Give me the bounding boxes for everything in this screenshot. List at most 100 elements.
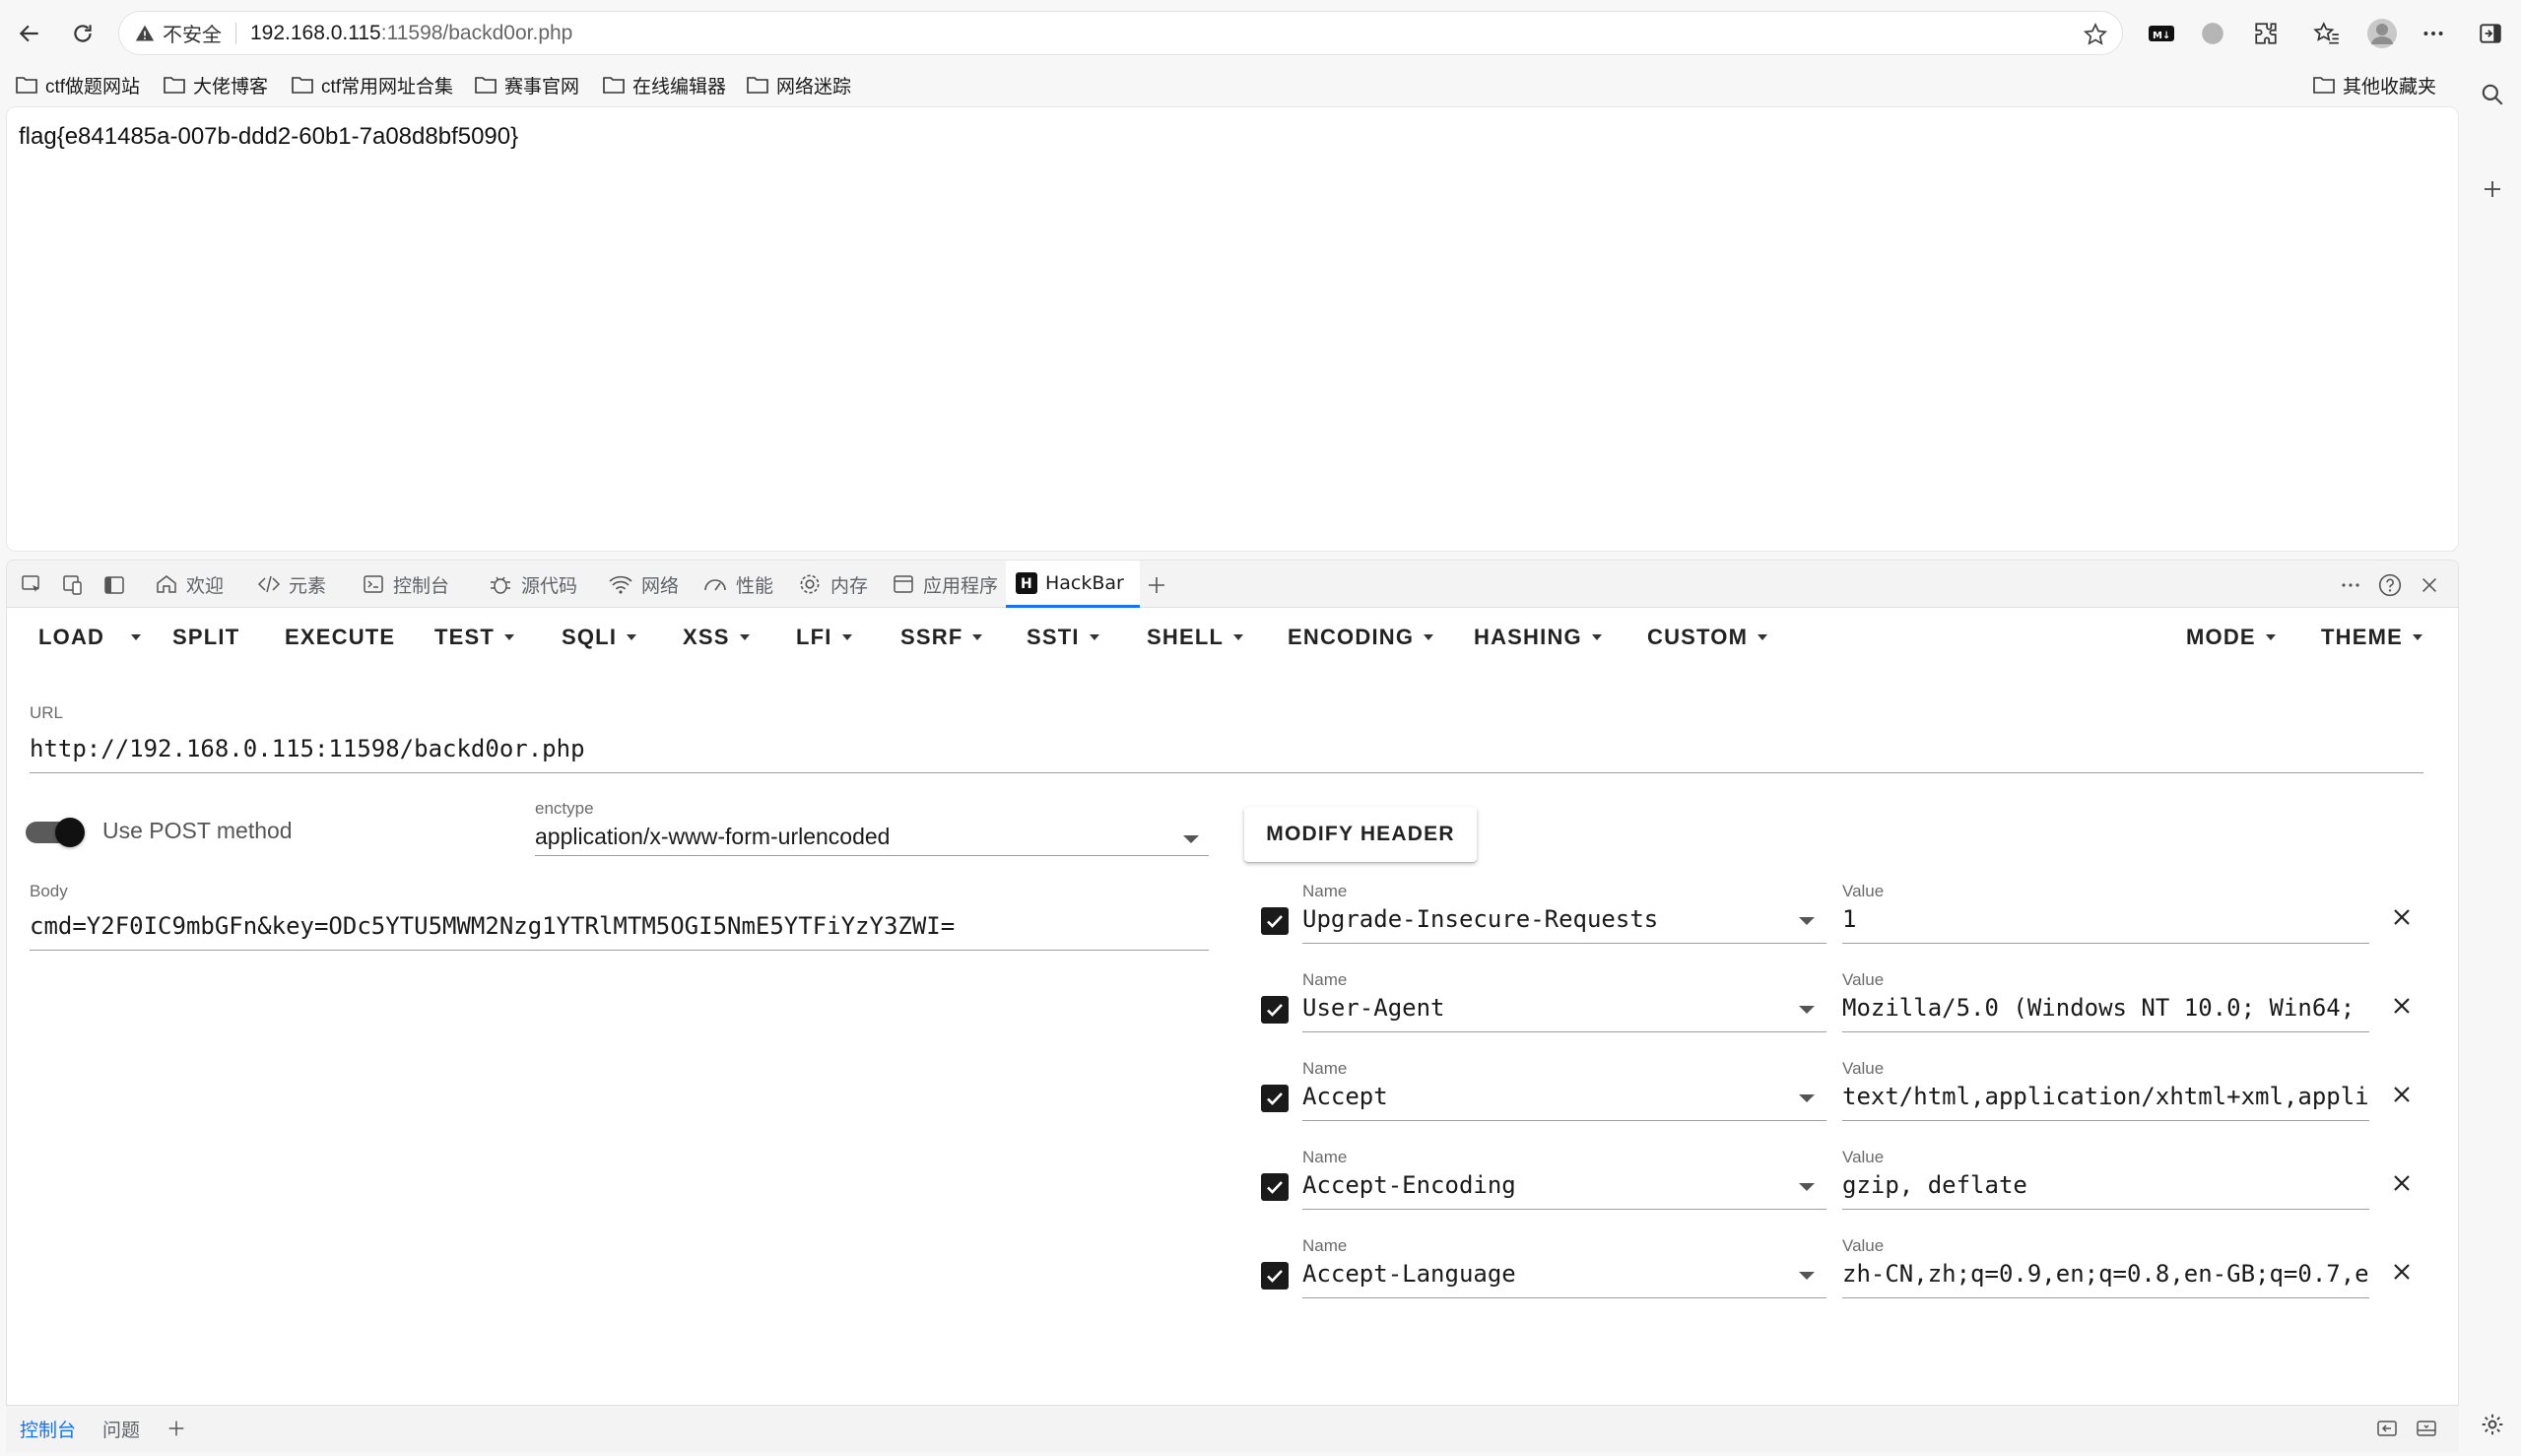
custom-menu[interactable]: CUSTOM <box>1647 622 1768 653</box>
chevron-down-icon[interactable] <box>1799 1272 1815 1280</box>
header-enabled-checkbox[interactable] <box>1261 1085 1289 1112</box>
favorites-list-icon[interactable] <box>2307 14 2347 53</box>
drawer-tab-issues[interactable]: 问题 <box>102 1406 140 1451</box>
markdown-extension-icon[interactable]: M↓ <box>2142 14 2181 53</box>
menu-label: MODE <box>2186 625 2256 649</box>
search-icon[interactable] <box>2473 75 2512 114</box>
tab-welcome[interactable]: 欢迎 <box>155 561 224 608</box>
remove-header-icon[interactable] <box>2386 1256 2418 1288</box>
chevron-down-icon[interactable] <box>1799 1094 1815 1102</box>
tab-application[interactable]: 应用程序 <box>892 561 998 608</box>
back-button[interactable] <box>10 14 49 53</box>
encoding-menu[interactable]: ENCODING <box>1288 622 1434 653</box>
enctype-select[interactable]: application/x-www-form-urlencoded <box>535 824 1165 850</box>
lfi-menu[interactable]: LFI <box>796 622 852 653</box>
security-indicator[interactable]: 不安全 <box>135 19 222 47</box>
move-to-top-icon[interactable] <box>2370 1412 2404 1445</box>
device-emulation-icon[interactable] <box>56 568 90 602</box>
theme-menu[interactable]: THEME <box>2321 622 2422 653</box>
chevron-down-icon[interactable] <box>1799 1183 1815 1191</box>
drawer-tab-console[interactable]: 控制台 <box>20 1406 76 1451</box>
tab-label: 内存 <box>830 574 869 597</box>
load-button[interactable]: LOAD <box>38 622 104 653</box>
header-name-input[interactable]: User-Agent <box>1302 994 1805 1022</box>
menu-label: SPLIT <box>172 625 240 649</box>
mode-menu[interactable]: MODE <box>2186 622 2276 653</box>
dock-side-icon[interactable] <box>98 568 131 602</box>
bookmark-folder[interactable]: ctf做题网站 <box>16 67 140 102</box>
header-name-input[interactable]: Accept-Encoding <box>1302 1171 1805 1199</box>
add-tab-icon[interactable] <box>1140 568 1173 602</box>
header-name-input[interactable]: Accept-Language <box>1302 1260 1805 1288</box>
more-tools-icon[interactable] <box>2334 568 2367 602</box>
bookmark-label: ctf做题网站 <box>45 76 141 98</box>
extension-circle-icon[interactable] <box>2193 14 2232 53</box>
extensions-puzzle-icon[interactable] <box>2246 14 2286 53</box>
remove-header-icon[interactable] <box>2386 901 2418 933</box>
checkmark-icon <box>1267 915 1283 928</box>
help-icon[interactable] <box>2373 568 2407 602</box>
hashing-menu[interactable]: HASHING <box>1474 622 1602 653</box>
header-name-input[interactable]: Accept <box>1302 1083 1805 1110</box>
test-menu[interactable]: TEST <box>434 622 515 653</box>
split-button[interactable]: SPLIT <box>172 622 239 653</box>
tab-performance[interactable]: 性能 <box>702 561 773 608</box>
body-input[interactable]: cmd=Y2F0IC9mbGFn&key=ODc5YTU5MWM2Nzg1YTR… <box>30 912 1202 940</box>
refresh-button[interactable] <box>63 14 102 53</box>
header-enabled-checkbox[interactable] <box>1261 996 1289 1024</box>
tab-elements[interactable]: 元素 <box>257 561 326 608</box>
bookmark-folder[interactable]: 在线编辑器 <box>603 67 726 102</box>
remove-header-icon[interactable] <box>2386 1167 2418 1199</box>
tab-console[interactable]: 控制台 <box>362 561 449 608</box>
address-bar[interactable]: 不安全 192.168.0.115:11598/backd0or.php <box>118 11 2123 55</box>
header-enabled-checkbox[interactable] <box>1261 1173 1289 1201</box>
collapse-drawer-icon[interactable] <box>2410 1412 2443 1445</box>
settings-gear-icon[interactable] <box>2473 1405 2512 1444</box>
header-enabled-checkbox[interactable] <box>1261 1262 1289 1290</box>
add-drawer-tab-icon[interactable] <box>160 1412 193 1445</box>
chevron-down-icon[interactable] <box>1799 917 1815 925</box>
more-options-icon[interactable] <box>2414 14 2453 53</box>
xss-menu[interactable]: XSS <box>683 622 750 653</box>
sidebar-toggle-icon[interactable] <box>2471 14 2510 53</box>
modify-header-button[interactable]: MODIFY HEADER <box>1244 807 1477 862</box>
remove-header-icon[interactable] <box>2386 1079 2418 1110</box>
header-value-label: Value <box>1842 1148 1885 1166</box>
tab-network[interactable]: 网络 <box>608 561 679 608</box>
header-value-input[interactable]: 1 <box>1842 905 2369 933</box>
header-value-input[interactable]: zh-CN,zh;q=0.9,en;q=0.8,en-GB;q=0.7,en-U… <box>1842 1260 2369 1288</box>
shell-menu[interactable]: SHELL <box>1147 622 1244 653</box>
bookmark-folder[interactable]: ctf常用网址合集 <box>292 67 453 102</box>
header-enabled-checkbox[interactable] <box>1261 907 1289 935</box>
header-value-input[interactable]: gzip, deflate <box>1842 1171 2369 1199</box>
close-devtools-icon[interactable] <box>2413 568 2446 602</box>
ssti-menu[interactable]: SSTI <box>1027 622 1099 653</box>
inspect-element-icon[interactable] <box>15 568 48 602</box>
url-input[interactable]: http://192.168.0.115:11598/backd0or.php <box>30 735 2414 762</box>
remove-header-icon[interactable] <box>2386 990 2418 1022</box>
post-method-toggle[interactable] <box>26 818 85 847</box>
tab-hackbar[interactable]: H HackBar <box>1006 561 1140 608</box>
bookmark-folder[interactable]: 网络迷踪 <box>747 67 851 102</box>
header-value-input[interactable]: Mozilla/5.0 (Windows NT 10.0; Win64; x64… <box>1842 994 2369 1022</box>
url-text[interactable]: 192.168.0.115:11598/backd0or.php <box>250 22 572 45</box>
chevron-down-icon <box>1183 835 1199 843</box>
add-icon[interactable] <box>2473 169 2512 209</box>
header-value-input[interactable]: text/html,application/xhtml+xml,applicat… <box>1842 1083 2369 1110</box>
tab-sources[interactable]: 源代码 <box>488 561 577 608</box>
tab-label: 源代码 <box>521 574 578 597</box>
profile-avatar[interactable] <box>2362 14 2402 53</box>
sqli-menu[interactable]: SQLI <box>562 622 637 653</box>
bookmark-folder[interactable]: 赛事官网 <box>475 67 579 102</box>
load-dropdown-button[interactable] <box>127 622 141 653</box>
chevron-down-icon[interactable] <box>1799 1006 1815 1014</box>
favorite-star-icon[interactable] <box>2083 22 2108 47</box>
tab-memory[interactable]: 内存 <box>797 561 868 608</box>
header-name-input[interactable]: Upgrade-Insecure-Requests <box>1302 905 1805 933</box>
ssrf-menu[interactable]: SSRF <box>900 622 983 653</box>
header-name-label: Name <box>1302 1148 1348 1166</box>
execute-button[interactable]: EXECUTE <box>285 622 395 653</box>
flag-text: flag{e841485a-007b-ddd2-60b1-7a08d8bf509… <box>19 123 519 150</box>
bookmark-folder[interactable]: 大佬博客 <box>164 67 268 102</box>
other-bookmarks-folder[interactable]: 其他收藏夹 <box>2313 67 2436 102</box>
